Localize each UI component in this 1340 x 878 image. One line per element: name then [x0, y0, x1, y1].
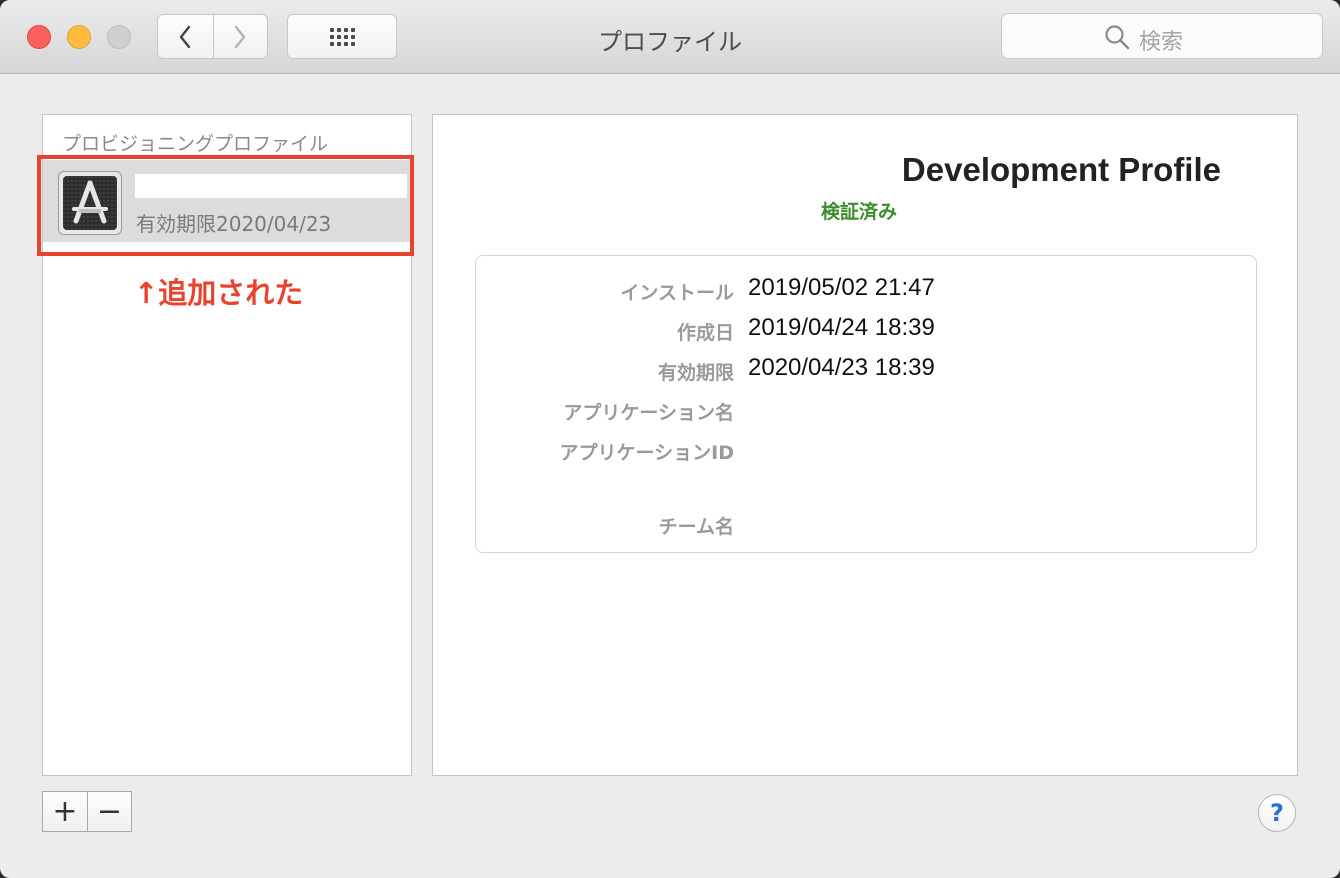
xcode-app-icon — [58, 171, 122, 235]
annotation-text: ↑追加された — [134, 276, 304, 310]
profile-name-redacted — [135, 174, 407, 198]
profile-expiry: 有効期限2020/04/23 — [136, 212, 332, 236]
profile-title: Development Profile — [901, 151, 1221, 188]
info-row-expiry: 有効期限 2020/04/23 18:39 — [476, 354, 1258, 392]
add-remove-controls: + − — [42, 791, 132, 832]
search-icon — [1105, 25, 1130, 50]
info-label: 有効期限 — [657, 362, 734, 384]
info-row-team-name: チーム名 — [476, 512, 1258, 546]
info-row-created: 作成日 2019/04/24 18:39 — [476, 314, 1258, 352]
info-value: 2019/05/02 21:47 — [748, 274, 935, 301]
remove-profile-button[interactable]: − — [87, 792, 131, 831]
info-label: インストール — [620, 282, 734, 304]
list-header: プロビジョニングプロファイル — [62, 133, 329, 155]
info-row-app-id: アプリケーションID — [476, 438, 1258, 472]
info-value: 2020/04/23 18:39 — [748, 354, 935, 381]
info-label: チーム名 — [658, 516, 734, 538]
info-value: 2019/04/24 18:39 — [748, 314, 935, 341]
profile-detail: Development Profile 検証済み インストール 2019/05/… — [432, 114, 1298, 776]
profile-list: プロビジョニングプロファイル 有効期限2020/04/23 — [42, 114, 412, 776]
help-button[interactable]: ? — [1258, 794, 1296, 832]
info-label: アプリケーションID — [559, 442, 734, 464]
search-placeholder: 検索 — [1139, 30, 1184, 55]
profile-info-box: インストール 2019/05/02 21:47 作成日 2019/04/24 1… — [475, 255, 1257, 553]
info-row-install: インストール 2019/05/02 21:47 — [476, 274, 1258, 312]
toolbar: プロファイル 検索 — [0, 0, 1340, 74]
info-label: アプリケーション名 — [563, 402, 734, 424]
info-row-app-name: アプリケーション名 — [476, 398, 1258, 432]
list-item[interactable]: 有効期限2020/04/23 — [43, 160, 411, 242]
add-profile-button[interactable]: + — [43, 792, 87, 831]
search-field[interactable]: 検索 — [1001, 13, 1323, 59]
system-preferences-window: プロファイル 検索 プロビジョニングプロファイル 有効期限2020/04/23 … — [0, 0, 1340, 878]
app-store-icon — [63, 176, 117, 230]
verification-status: 検証済み — [821, 201, 898, 223]
info-label: 作成日 — [676, 322, 734, 344]
